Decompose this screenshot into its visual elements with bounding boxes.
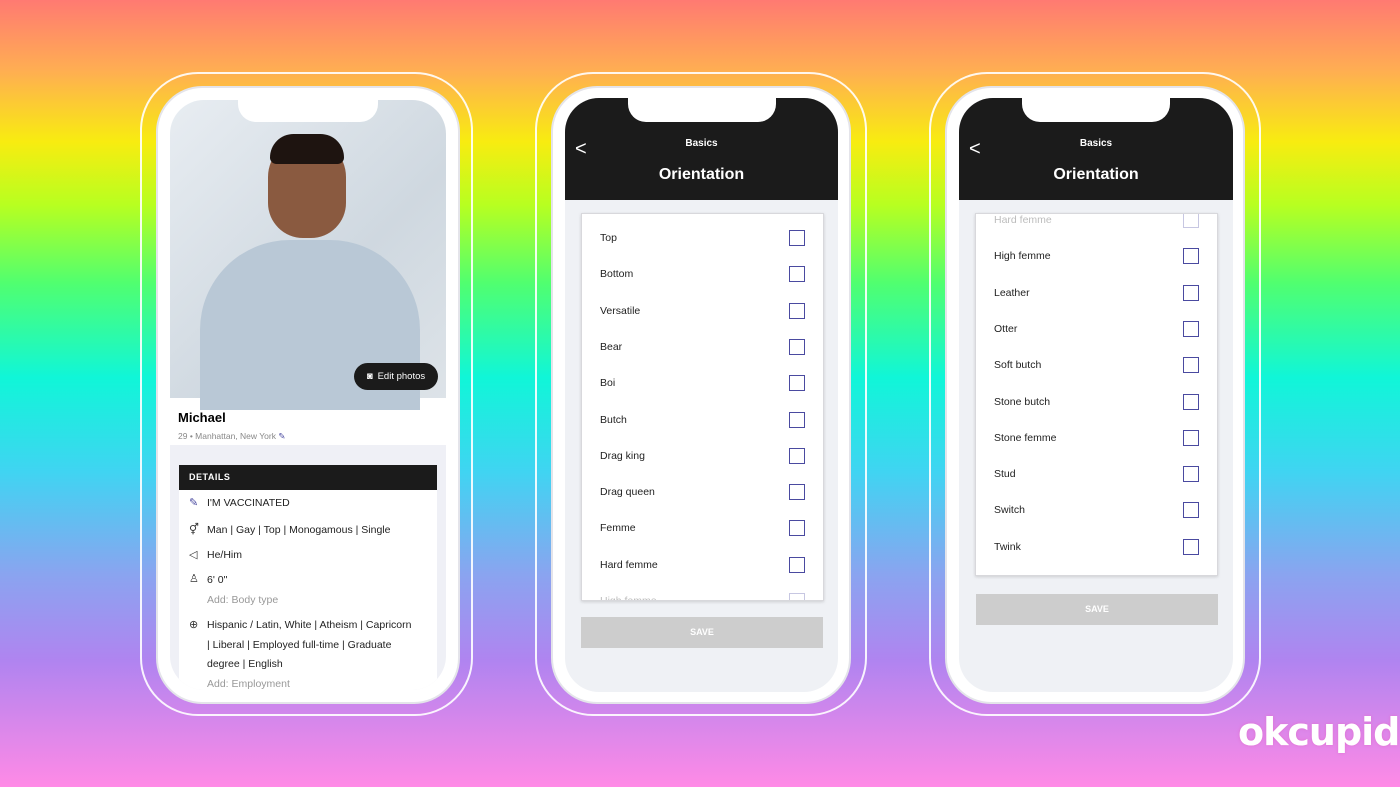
- option-label: Stud: [994, 468, 1016, 481]
- megaphone-icon: ◁: [189, 549, 198, 561]
- option-label: Switch: [994, 504, 1025, 517]
- okcupid-logo: okcupid: [1238, 710, 1400, 754]
- option-label: Leather: [994, 286, 1030, 299]
- orientation-option[interactable]: High femme: [994, 246, 1199, 266]
- checkbox[interactable]: [789, 302, 805, 319]
- person-icon: ♙: [189, 573, 199, 585]
- add-body-type[interactable]: Add: Body type: [207, 594, 278, 606]
- option-label: Hard femme: [600, 558, 658, 571]
- phone-profile: ◙ Edit photos Michael 29 • Manhattan, New…: [158, 88, 458, 702]
- option-label: Stone butch: [994, 395, 1051, 408]
- orientation-option[interactable]: Drag king: [600, 446, 805, 466]
- orientation-option[interactable]: High femme: [600, 591, 805, 601]
- orientation-option[interactable]: Stone butch: [994, 392, 1199, 412]
- option-label: Boi: [600, 377, 616, 390]
- profile-photo[interactable]: ◙ Edit photos: [170, 100, 446, 410]
- option-label: Drag king: [600, 449, 645, 462]
- page-title: Orientation: [1053, 166, 1139, 183]
- checkbox[interactable]: [1183, 357, 1199, 374]
- orientation-option[interactable]: Leather: [994, 283, 1199, 303]
- page-title: Orientation: [658, 166, 745, 183]
- checkbox[interactable]: [1183, 393, 1199, 410]
- checkbox[interactable]: [789, 520, 805, 537]
- orientation-list[interactable]: Top Bottom Versatile Bear Boi Butch Drag king D…: [581, 213, 824, 601]
- orientation-option[interactable]: Bear: [600, 337, 805, 357]
- camera-icon: ◙: [366, 371, 373, 382]
- phone-orientation-1: < Basics Orientation Top Bottom Versatile B…: [553, 88, 849, 702]
- option-label: Twink: [994, 540, 1021, 553]
- background-text[interactable]: | Liberal | Employed full-time | Graduat…: [207, 639, 391, 651]
- background-text[interactable]: degree | English: [207, 658, 283, 670]
- option-label: High femme: [600, 595, 657, 601]
- profile-name: Michael: [178, 410, 226, 425]
- option-label: Top: [600, 232, 617, 244]
- option-label: Versatile: [600, 304, 641, 317]
- edit-pencil-icon[interactable]: ✎: [278, 431, 285, 441]
- checkbox[interactable]: [789, 447, 805, 464]
- checkbox[interactable]: [1183, 538, 1199, 555]
- checkbox[interactable]: [789, 230, 805, 246]
- checkbox[interactable]: [1183, 320, 1199, 337]
- edit-photos-button[interactable]: ◙ Edit photos: [354, 363, 438, 390]
- checkbox[interactable]: [1183, 248, 1199, 265]
- details-section: DETAILS ✎ I'M VACCINATED ⚥ Man | Gay | T…: [179, 465, 437, 690]
- checkbox[interactable]: [789, 338, 805, 355]
- background-text[interactable]: Hispanic / Latin, White | Atheism | Capr…: [207, 619, 411, 631]
- orientation-option[interactable]: Versatile: [600, 301, 805, 321]
- orientation-option[interactable]: Soft butch: [994, 355, 1199, 375]
- option-label: Hard femme: [994, 214, 1052, 226]
- save-button[interactable]: SAVE: [581, 617, 823, 648]
- height-text[interactable]: 6' 0": [207, 574, 227, 586]
- pronouns-text[interactable]: He/Him: [207, 549, 242, 561]
- option-label: Otter: [994, 322, 1018, 335]
- orientation-option[interactable]: Otter: [994, 319, 1199, 339]
- option-label: Stone femme: [994, 431, 1057, 444]
- orientation-option[interactable]: Drag queen: [600, 482, 805, 502]
- header-subtitle: Basics: [685, 138, 718, 149]
- details-header: DETAILS: [179, 465, 437, 490]
- orientation-option[interactable]: Bottom: [600, 264, 805, 284]
- profile-location: 29 • Manhattan, New York: [178, 431, 276, 441]
- option-label: Butch: [600, 413, 627, 426]
- checkbox[interactable]: [1183, 429, 1199, 446]
- orientation-option[interactable]: Hard femme: [600, 555, 805, 575]
- orientation-option[interactable]: Butch: [600, 410, 805, 430]
- orientation-option[interactable]: Stud: [994, 464, 1199, 484]
- checkbox[interactable]: [789, 556, 805, 573]
- orientation-option[interactable]: Switch: [994, 500, 1199, 520]
- option-label: Soft butch: [994, 359, 1042, 372]
- gender-icon: ⚥: [189, 524, 199, 536]
- save-button[interactable]: SAVE: [976, 594, 1218, 625]
- orientation-option[interactable]: Twink: [994, 537, 1199, 557]
- option-label: High femme: [994, 250, 1051, 263]
- add-employment[interactable]: Add: Employment: [207, 678, 290, 690]
- checkbox[interactable]: [789, 593, 805, 600]
- orientation-option[interactable]: Top: [600, 228, 805, 248]
- vaccinated-text: I'M VACCINATED: [207, 497, 290, 509]
- orientation-option[interactable]: Stone femme: [994, 428, 1199, 448]
- option-label: Drag queen: [600, 486, 655, 499]
- phone-orientation-2: < Basics Orientation Hard femme High femm…: [947, 88, 1243, 702]
- checkbox[interactable]: [789, 484, 805, 501]
- checkbox[interactable]: [1183, 502, 1199, 519]
- orientation-option[interactable]: Hard femme: [994, 214, 1199, 230]
- orientation-option[interactable]: Femme: [600, 518, 805, 538]
- checkbox[interactable]: [789, 375, 805, 392]
- option-label: Femme: [600, 522, 636, 535]
- pencil-icon: ✎: [189, 497, 199, 509]
- checkbox[interactable]: [789, 266, 805, 283]
- option-label: Bear: [600, 340, 623, 353]
- checkbox[interactable]: [1183, 214, 1199, 228]
- checkbox[interactable]: [1183, 466, 1199, 483]
- option-label: Bottom: [600, 268, 634, 281]
- header-subtitle: Basics: [1079, 138, 1113, 149]
- orientation-list[interactable]: Hard femme High femme Leather Otter Soft but…: [975, 213, 1218, 576]
- globe-icon: ⊕: [189, 619, 199, 631]
- checkbox[interactable]: [789, 411, 805, 428]
- orientation-option[interactable]: Boi: [600, 373, 805, 393]
- identity-text[interactable]: Man | Gay | Top | Monogamous | Single: [207, 524, 390, 536]
- checkbox[interactable]: [1183, 284, 1199, 301]
